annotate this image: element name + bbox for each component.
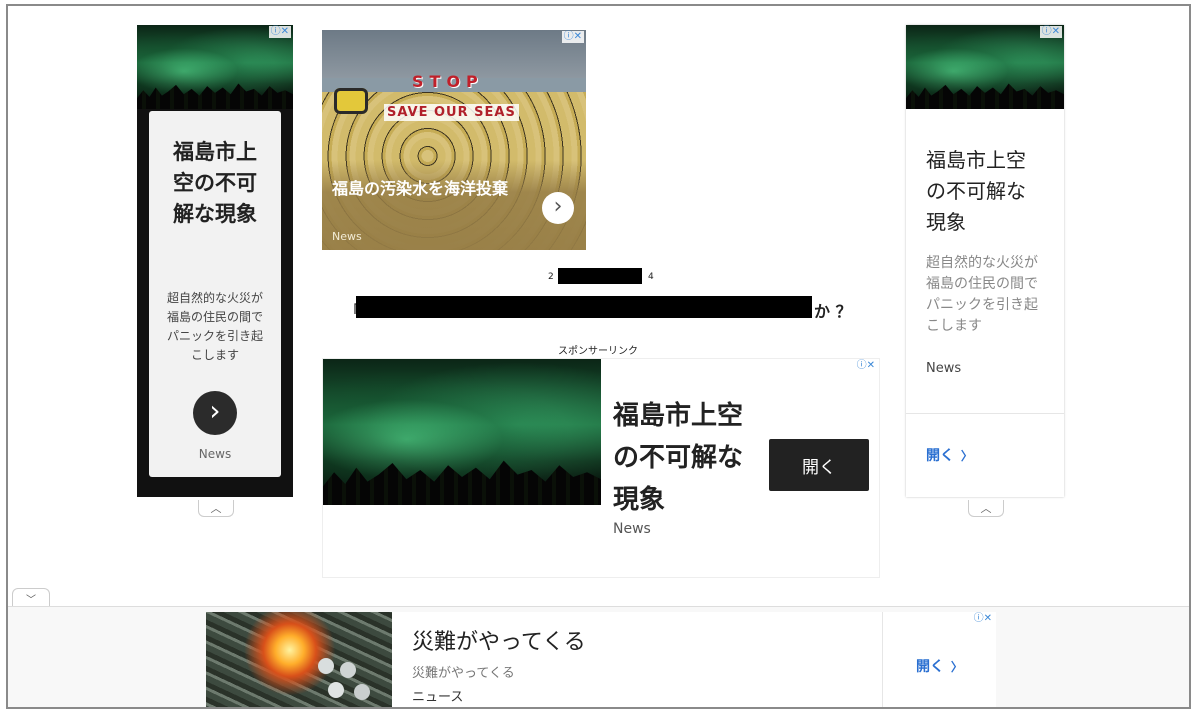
- article-meta-right: 4: [648, 272, 654, 282]
- article-title: 「 か ？: [344, 296, 864, 321]
- bottom-ad-divider: [882, 612, 883, 707]
- protest-sign-save: SAVE OUR SEAS: [384, 104, 519, 121]
- chevron-right-icon: ›: [209, 394, 221, 427]
- sponsor-label: スポンサーリンク: [558, 346, 638, 357]
- left-ad-arrow-button[interactable]: ›: [193, 391, 237, 435]
- right-ad-open-link[interactable]: 開く 〉: [926, 445, 973, 465]
- protest-sign-stop: STOP: [412, 72, 484, 91]
- chevron-right-icon: ›: [553, 193, 563, 219]
- center-ad-source: News: [613, 521, 651, 537]
- open-link-label: 開く: [916, 659, 944, 675]
- bottom-anchor-ad[interactable]: 災難がやってくる 災難がやってくる ニュース 開く 〉 ⓘ✕: [206, 612, 996, 707]
- center-ad-title: 福島市上空の不可解な現象: [613, 401, 744, 515]
- anchor-ad-collapse-button[interactable]: ﹀: [12, 588, 50, 607]
- ad-choices-icon[interactable]: ⓘ✕: [268, 26, 291, 38]
- left-ad-card[interactable]: 福島市上空の不可解な現象 超自然的な火災が福島の住民の間でパニックを引き起こしま…: [149, 111, 281, 477]
- right-ad-body: 超自然的な火災が福島の住民の間でパニックを引き起こします: [926, 255, 1038, 334]
- left-ad-body: 超自然的な火災が福島の住民の間でパニックを引き起こします: [166, 291, 263, 362]
- chevron-up-icon: ︿: [980, 502, 992, 515]
- center-ad-open-button[interactable]: 開く: [769, 439, 869, 491]
- chevron-up-icon: ︿: [210, 502, 222, 515]
- chevron-down-icon: ﹀: [26, 594, 36, 606]
- bottom-ad-subtitle: 災難がやってくる: [412, 666, 515, 681]
- right-ad-source: News: [926, 361, 962, 376]
- left-ad-collapse-button[interactable]: ︿: [198, 500, 234, 517]
- right-ad-collapse-button[interactable]: ︿: [968, 500, 1004, 517]
- open-link-label: 開く: [926, 448, 954, 464]
- ad-choices-icon[interactable]: ⓘ✕: [971, 613, 994, 625]
- left-ad-title: 福島市上空の不可解な現象: [173, 140, 257, 226]
- top-center-ad[interactable]: STOP SAVE OUR SEAS 福島の汚染水を海洋投棄 News › ⓘ✕: [322, 30, 586, 250]
- chevron-right-icon: 〉: [950, 660, 963, 674]
- center-banner-ad[interactable]: 福島市上空の不可解な現象 News 開く ⓘ✕: [322, 358, 880, 578]
- top-ad-arrow-button[interactable]: ›: [542, 192, 574, 224]
- right-ad-divider: [906, 413, 1064, 414]
- bottom-ad-open-link[interactable]: 開く 〉: [916, 656, 963, 676]
- top-ad-headline: 福島の汚染水を海洋投棄: [332, 179, 509, 198]
- bottom-ad-image: [206, 612, 392, 707]
- browser-viewport: ⓘ✕ 福島市上空の不可解な現象 超自然的な火災が福島の住民の間でパニックを引き起…: [6, 4, 1191, 709]
- redaction-bar: [356, 296, 812, 318]
- bottom-ad-title: 災難がやってくる: [412, 630, 586, 655]
- storage-tanks: [318, 658, 334, 674]
- right-ad-title: 福島市上空の不可解な現象: [926, 148, 1026, 234]
- ad-choices-icon[interactable]: ⓘ✕: [561, 31, 584, 43]
- chevron-right-icon: 〉: [960, 449, 973, 463]
- center-ad-image: [323, 359, 601, 505]
- ad-choices-icon[interactable]: ⓘ✕: [1039, 26, 1062, 38]
- title-suffix: か ？: [814, 302, 852, 321]
- top-ad-source: News: [332, 230, 362, 243]
- right-sidebar-ad[interactable]: ⓘ✕ 福島市上空の不可解な現象 超自然的な火災が福島の住民の間でパニックを引き起…: [906, 25, 1064, 497]
- left-ad-source: News: [198, 447, 232, 461]
- article-meta-left: 2: [548, 272, 554, 282]
- redaction-bar: [558, 268, 642, 284]
- left-sidebar-ad[interactable]: ⓘ✕ 福島市上空の不可解な現象 超自然的な火災が福島の住民の間でパニックを引き起…: [137, 25, 293, 497]
- bottom-ad-source: ニュース: [412, 690, 464, 705]
- radioactive-barrel-icon: [334, 88, 368, 114]
- ad-choices-icon[interactable]: ⓘ✕: [854, 360, 877, 372]
